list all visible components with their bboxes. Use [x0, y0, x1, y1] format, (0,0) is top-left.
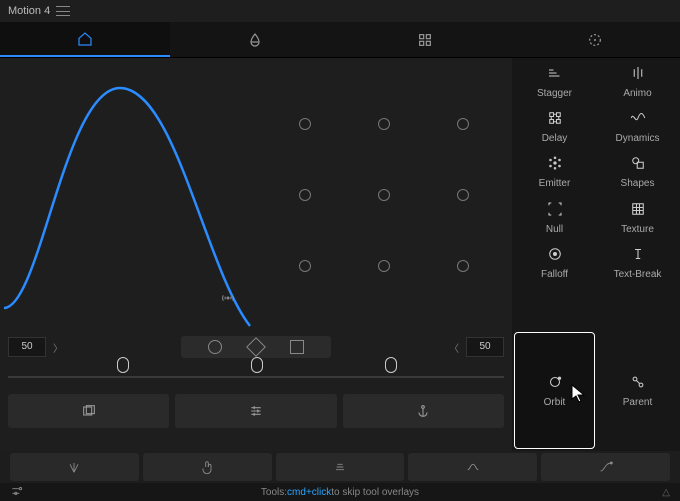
tool-palette: Stagger Animo Delay Dynamics Emitter Sha…	[512, 58, 680, 331]
right-value-dec[interactable]: 〈	[448, 339, 460, 355]
hint-kbd: cmd+click	[287, 487, 331, 498]
left-value-inc[interactable]: 〉	[52, 339, 64, 355]
top-tabs	[0, 22, 680, 58]
tool-label: Stagger	[537, 88, 572, 99]
path-button[interactable]	[541, 453, 670, 481]
blend-tab[interactable]	[170, 22, 340, 57]
easing-curve[interactable]	[0, 58, 256, 328]
anchor-top-center[interactable]	[378, 118, 390, 130]
anchor-bot-center[interactable]	[378, 260, 390, 272]
hint-suffix: to skip tool overlays	[331, 487, 419, 498]
flow-button[interactable]	[408, 453, 537, 481]
stagger-tool[interactable]: Stagger	[514, 60, 595, 103]
right-value-input[interactable]: 50	[466, 337, 504, 357]
dynamics-tool[interactable]: Dynamics	[597, 105, 678, 148]
distribute-button[interactable]	[175, 394, 336, 428]
title-bar: Motion 4	[0, 0, 680, 22]
anchor-button[interactable]	[343, 394, 504, 428]
anchor-bot-right[interactable]	[457, 260, 469, 272]
shapes-tool[interactable]: Shapes	[597, 150, 678, 193]
easing-graph-panel	[0, 58, 256, 331]
anchor-mid-right[interactable]	[457, 189, 469, 201]
anchor-grid-panel	[256, 58, 512, 331]
shape-circle[interactable]	[208, 340, 222, 354]
bottom-toolbar	[0, 451, 680, 483]
collapse-icon[interactable]: △	[662, 487, 670, 498]
left-value-input[interactable]: 50	[8, 337, 46, 357]
layers-button[interactable]	[8, 394, 169, 428]
anchor-mid-center[interactable]	[378, 189, 390, 201]
app-title: Motion 4	[8, 5, 50, 17]
tool-palette-ext: Orbit Parent	[512, 330, 680, 451]
grid-tab[interactable]	[340, 22, 510, 57]
tool-label: Text-Break	[614, 269, 662, 280]
home-tab[interactable]	[0, 22, 170, 57]
slider-thumb-1[interactable]	[117, 357, 129, 373]
animo-tool[interactable]: Animo	[597, 60, 678, 103]
fan-button[interactable]	[10, 453, 139, 481]
slider-thumb-2[interactable]	[251, 357, 263, 373]
hint-prefix: Tools:	[261, 487, 287, 498]
tool-label: Texture	[621, 224, 654, 235]
shape-square[interactable]	[290, 340, 304, 354]
anchor-top-left[interactable]	[299, 118, 311, 130]
emitter-tool[interactable]: Emitter	[514, 150, 595, 193]
tool-label: Falloff	[541, 269, 568, 280]
tool-label: Null	[546, 224, 563, 235]
slider-thumb-3[interactable]	[385, 357, 397, 373]
menu-icon[interactable]	[56, 6, 70, 16]
anchor-top-right[interactable]	[457, 118, 469, 130]
null-tool[interactable]: Null	[514, 196, 595, 239]
text-break-tool[interactable]: Text-Break	[597, 241, 678, 284]
settings-icon[interactable]	[10, 484, 24, 501]
target-tab[interactable]	[510, 22, 680, 57]
triple-slider[interactable]	[8, 364, 504, 390]
mid-controls: 50 〉 〈 50	[0, 330, 512, 430]
tool-label: Orbit	[544, 397, 566, 408]
tool-label: Delay	[542, 133, 568, 144]
footer-hint: Tools: cmd+click to skip tool overlays △	[0, 483, 680, 501]
shape-diamond[interactable]	[246, 337, 266, 357]
tool-label: Parent	[623, 397, 652, 408]
tool-label: Emitter	[539, 178, 571, 189]
anchor-mid-left[interactable]	[299, 189, 311, 201]
orbit-tool[interactable]: Orbit	[514, 332, 595, 449]
broadcast-icon[interactable]	[219, 289, 237, 307]
falloff-tool[interactable]: Falloff	[514, 241, 595, 284]
tool-label: Shapes	[621, 178, 655, 189]
delay-tool[interactable]: Delay	[514, 105, 595, 148]
parent-tool[interactable]: Parent	[597, 332, 678, 449]
tool-label: Dynamics	[616, 133, 660, 144]
stack-button[interactable]	[276, 453, 405, 481]
touch-button[interactable]	[143, 453, 272, 481]
tool-label: Animo	[623, 88, 651, 99]
anchor-bot-left[interactable]	[299, 260, 311, 272]
texture-tool[interactable]: Texture	[597, 196, 678, 239]
shape-selector	[181, 336, 331, 358]
